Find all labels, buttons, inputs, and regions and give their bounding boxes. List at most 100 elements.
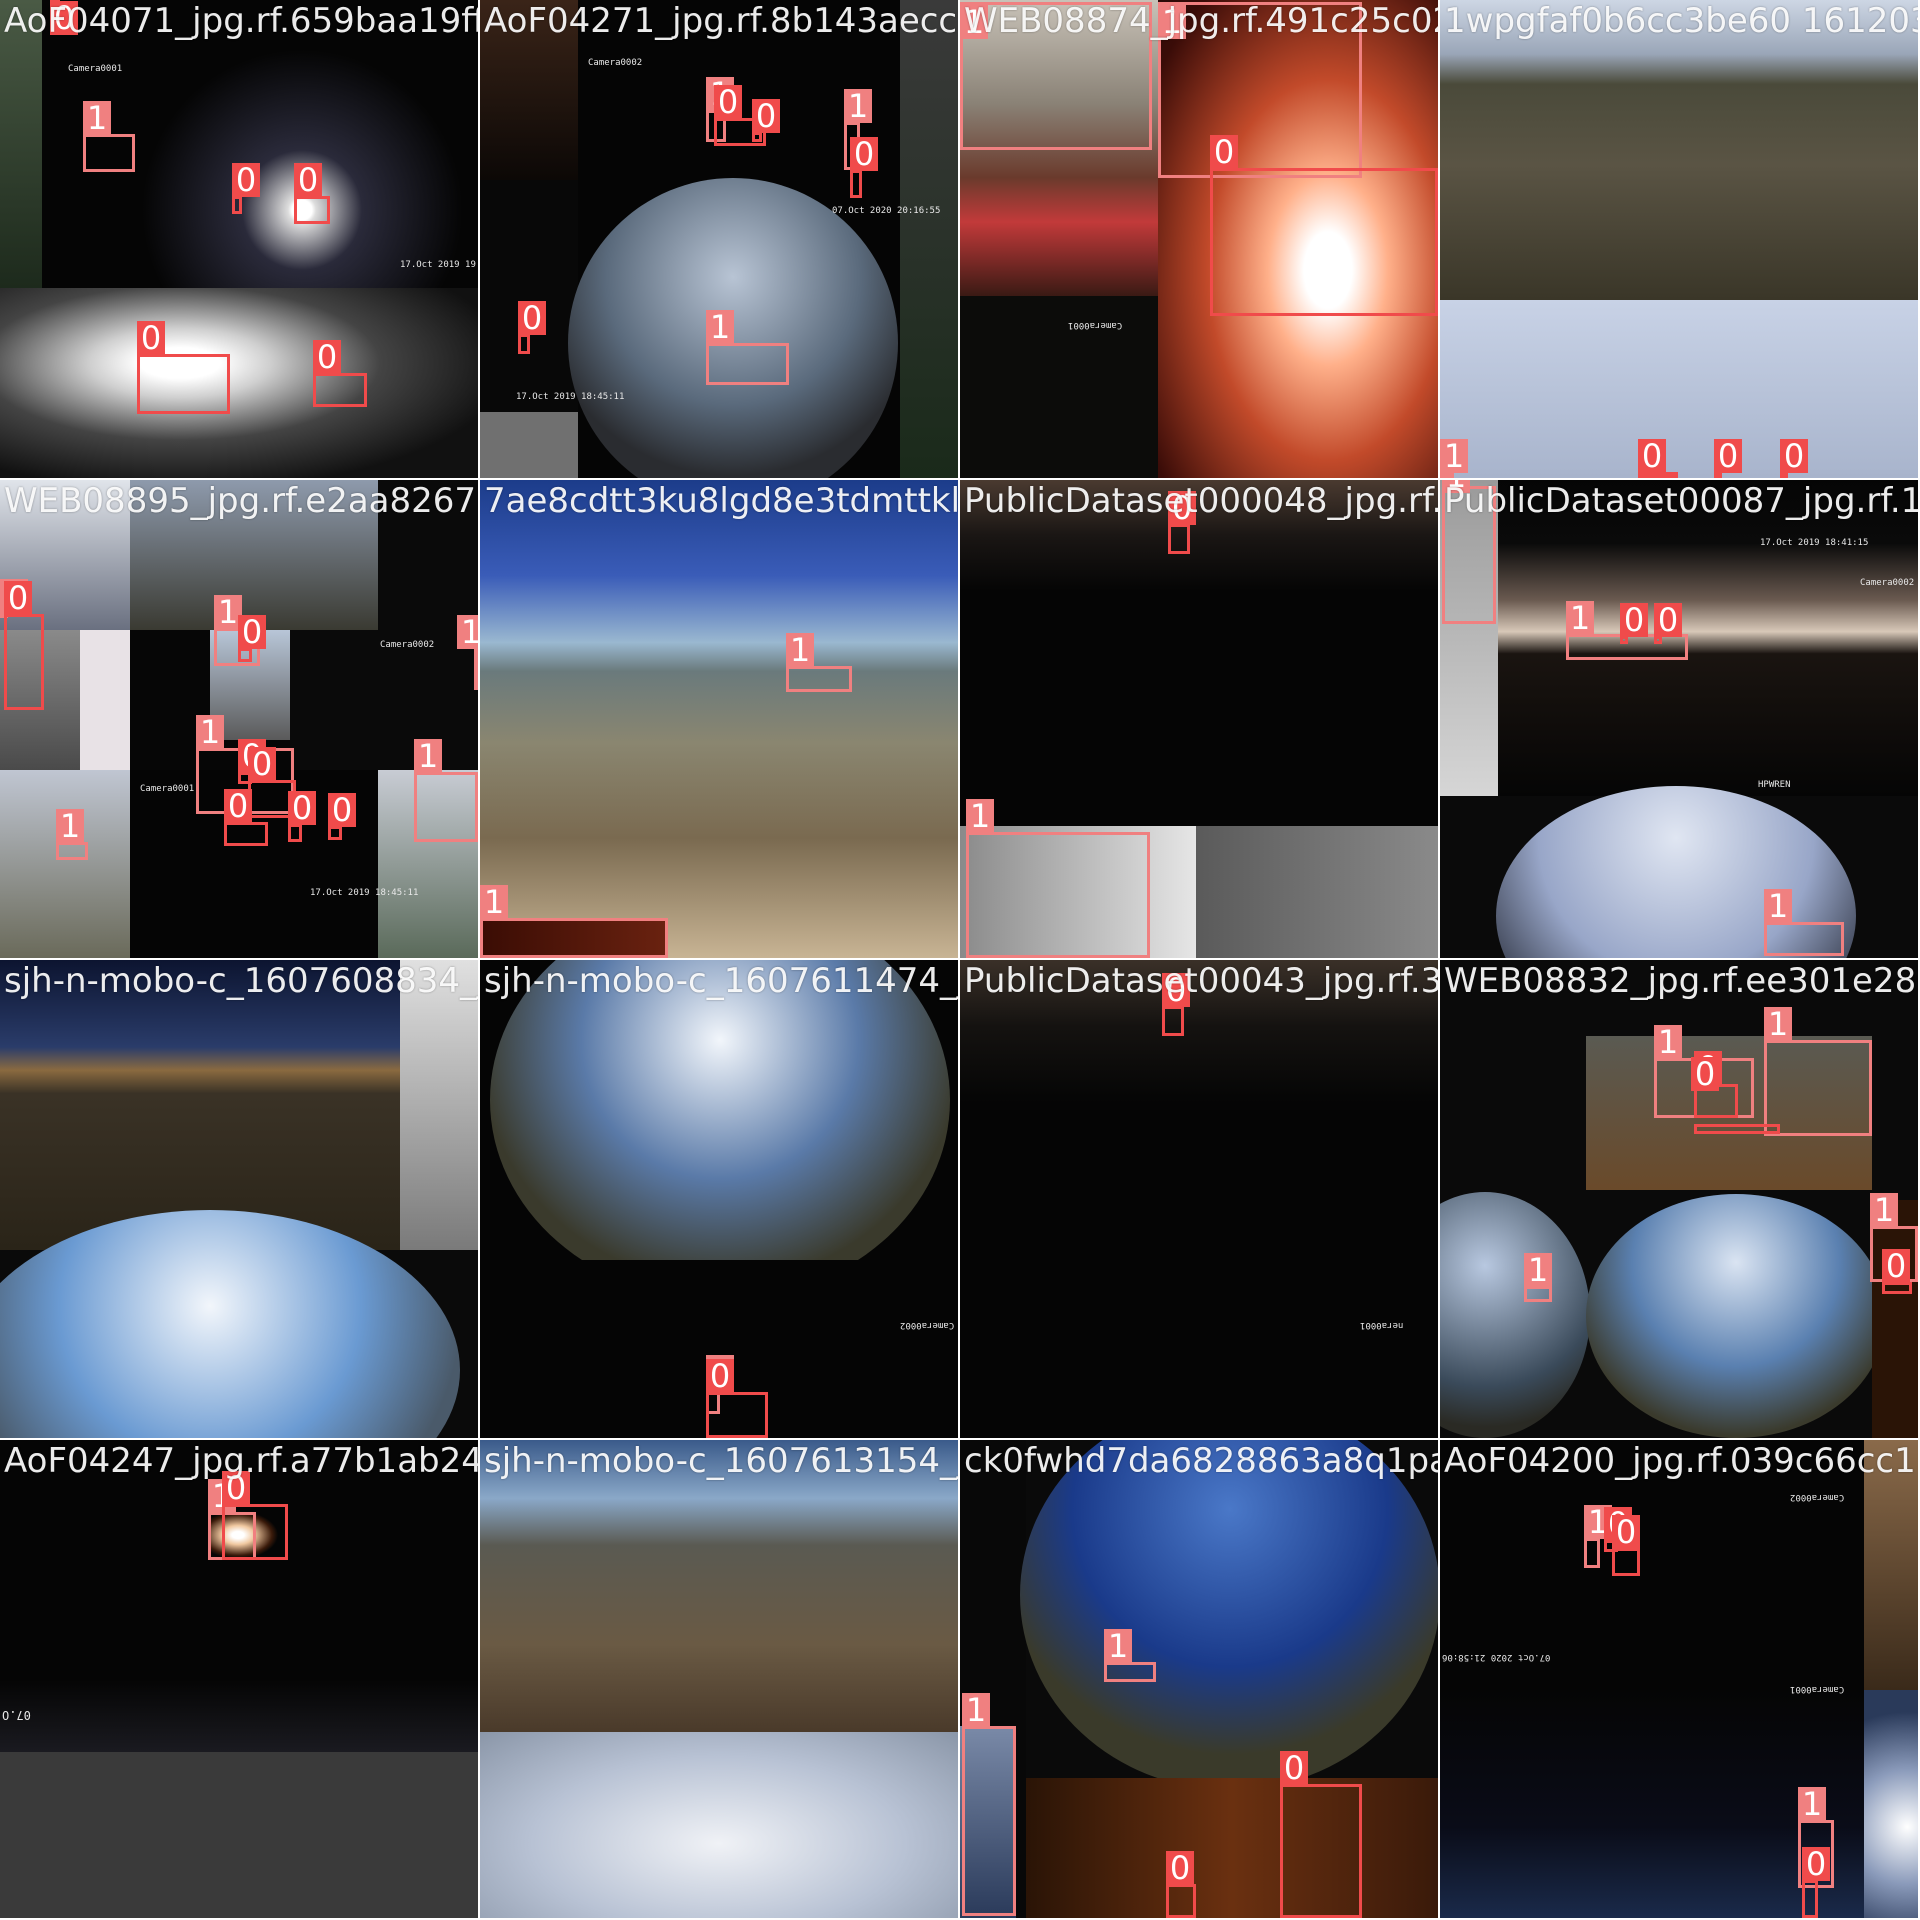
bbox-class-1: 1: [1524, 1253, 1552, 1302]
fisheye-image: [1020, 1440, 1438, 1790]
camera-overlay: Camera0001: [1068, 320, 1123, 330]
tile-label: 7ae8cdtt3ku8lgd8e3tdmttkl8h_jpg: [484, 481, 958, 521]
bbox-class-1: 1: [1764, 1007, 1872, 1136]
camera-overlay: Camera0001: [1790, 1684, 1845, 1694]
image-panel: [480, 180, 578, 412]
timestamp-overlay: 17.Oct 2019 18:45:11: [516, 392, 625, 402]
bbox-class-0: 0: [1638, 439, 1678, 478]
tile-label: sjh-n-mobo-c_1607608834_jpg.rf.c6a: [4, 961, 478, 1001]
bbox-class-0: 0: [1280, 1751, 1362, 1918]
tile-4: Camera0002 Camera0001 17.Oct 2019 18:45:…: [0, 480, 478, 958]
image-panel: [80, 630, 130, 770]
bbox-class-1: 1: [83, 101, 135, 172]
image-panel: [400, 960, 478, 1250]
camera-overlay: Camera0002: [588, 58, 643, 68]
bbox-class-0: 0: [850, 137, 878, 198]
tile-label: AoF04247_jpg.rf.a77b1ab245: [4, 1441, 478, 1481]
tile-3: 1wpgfaf0b6cc3be60 1612035 1 0 0 0: [1440, 0, 1918, 478]
bbox-class-0: 0: [1882, 1249, 1912, 1294]
bbox-class-0: 0: [1168, 491, 1196, 554]
bbox-class-0: 0: [1210, 135, 1438, 316]
tile-13: sjh-n-mobo-c_1607613154_jpg: [480, 1440, 958, 1918]
tile-label: WEB08874_jpg.rf.491c25c02: [964, 1, 1438, 41]
image-panel: [0, 770, 130, 958]
tile-1: Camera0002 07.Oct 2020 20:16:55 17.Oct 2…: [480, 0, 958, 478]
camera-overlay: Camera0002: [1860, 578, 1915, 588]
tile-label: AoF04071_jpg.rf.659baa19ff5051f4d721: [4, 1, 478, 41]
bbox-class-1: 1: [966, 799, 1150, 958]
bbox-class-0: 0: [224, 789, 268, 846]
image-panel: [900, 0, 958, 478]
bbox-class-1: 1: [1584, 1505, 1612, 1568]
tile-5: 7ae8cdtt3ku8lgd8e3tdmttkl8h_jpg 1 1: [480, 480, 958, 958]
bbox-class-1: 1: [1440, 439, 1468, 478]
image-panel: [1196, 826, 1438, 958]
bbox-class-0: 0: [328, 793, 356, 840]
timestamp-overlay: 07.Oct 2020 21:58:06: [1442, 1652, 1551, 1662]
image-panel: [1440, 0, 1918, 300]
tile-11: WEB08832_jpg.rf.ee301e28 1 0 1 0 1 1 0: [1440, 960, 1918, 1438]
bbox-class-0: 0: [1162, 973, 1190, 1036]
bbox-class-0: 0: [137, 321, 230, 414]
image-panel: [1864, 1690, 1918, 1918]
bbox-class-0: 0: [1166, 1851, 1196, 1918]
bbox-class-0: 0: [1654, 603, 1682, 644]
image-panel: [0, 960, 400, 1250]
bbox-class-0: 0: [1620, 603, 1648, 644]
tile-10: nera0001 PublicDataset00043_jpg.rf.35 0: [960, 960, 1438, 1438]
tile-label: AoF04200_jpg.rf.039c66cc1: [1444, 1441, 1916, 1481]
image-panel: [0, 0, 42, 288]
mosaic-grid: Camera0001 17.Oct 2019 19:24:0 AoF04071_…: [0, 0, 1920, 1920]
image-panel: [1498, 480, 1918, 796]
bbox-class-0: 0: [518, 301, 546, 354]
fisheye-image: [1440, 1192, 1590, 1438]
image-panel: [480, 412, 578, 478]
bbox-class-1: 1: [457, 615, 478, 690]
camera-overlay: nera0001: [1360, 1320, 1404, 1330]
tile-15: Camera0002 07.Oct 2020 21:58:06 Camera00…: [1440, 1440, 1918, 1918]
fisheye-image: [490, 960, 950, 1300]
tile-label: PublicDataset00043_jpg.rf.35: [964, 961, 1438, 1001]
tile-9: Camera0002 sjh-n-mobo-c_1607611474_jpg.r…: [480, 960, 958, 1438]
timestamp-overlay: 07.O: [2, 1708, 31, 1722]
bbox-class-1: 1: [962, 1693, 1016, 1916]
tile-label: WEB08832_jpg.rf.ee301e28: [1444, 961, 1917, 1001]
image-panel: [0, 1752, 478, 1918]
fisheye-image: [1586, 1194, 1886, 1438]
camera-overlay: Camera0002: [380, 640, 435, 650]
tile-label: 1wpgfaf0b6cc3be60 1612035: [1444, 1, 1918, 41]
bbox-class-0: 0: [238, 615, 266, 662]
timestamp-overlay: 07.Oct 2020 20:16:55: [832, 206, 941, 216]
image-panel: [480, 480, 958, 958]
camera-overlay: Camera0001: [68, 64, 123, 74]
bbox-class-0: 0: [1691, 1057, 1780, 1134]
bbox-class-1: 1: [706, 310, 789, 385]
bbox-class-1: 1: [786, 633, 852, 692]
camera-overlay: Camera0001: [140, 784, 195, 794]
tile-8: sjh-n-mobo-c_1607608834_jpg.rf.c6a: [0, 960, 478, 1438]
bbox-class-1: 1: [480, 885, 668, 958]
timestamp-overlay: 17.Oct 2019 18:45:11: [310, 888, 419, 898]
image-panel: [1440, 300, 1918, 478]
tile-label: sjh-n-mobo-c_1607613154_jpg: [484, 1441, 958, 1481]
bbox-class-1: 1: [56, 809, 88, 860]
bbox-class-0: 0: [222, 1471, 288, 1560]
bbox-class-1: 1: [414, 739, 478, 842]
tile-14: ck0fwhd7da6828863a8q1pat_jpeg 1 1 0 0: [960, 1440, 1438, 1918]
tile-label: PublicDataset000048_jpg.rf.5: [964, 481, 1438, 521]
watermark-overlay: HPWREN: [1758, 780, 1791, 790]
bbox-class-0: 0: [313, 340, 367, 407]
image-panel: [480, 1732, 958, 1918]
bbox-class-0: 0: [1612, 1515, 1640, 1576]
image-panel: [960, 296, 1158, 478]
camera-overlay: Camera0002: [900, 1320, 955, 1330]
image-panel: [960, 960, 1438, 1438]
tile-label: sjh-n-mobo-c_1607611474_jpg.rf: [484, 961, 958, 1001]
tile-0: Camera0001 17.Oct 2019 19:24:0 AoF04071_…: [0, 0, 478, 478]
bbox-class-0: 0: [288, 791, 316, 842]
bbox-class-0: 0: [1780, 439, 1808, 478]
bbox-class-0: 0: [232, 163, 260, 214]
tile-label: AoF04271_jpg.rf.8b143aecc: [484, 1, 958, 41]
image-panel: [1026, 1778, 1438, 1918]
timestamp-overlay: 17.Oct 2019 18:41:15: [1760, 538, 1869, 548]
